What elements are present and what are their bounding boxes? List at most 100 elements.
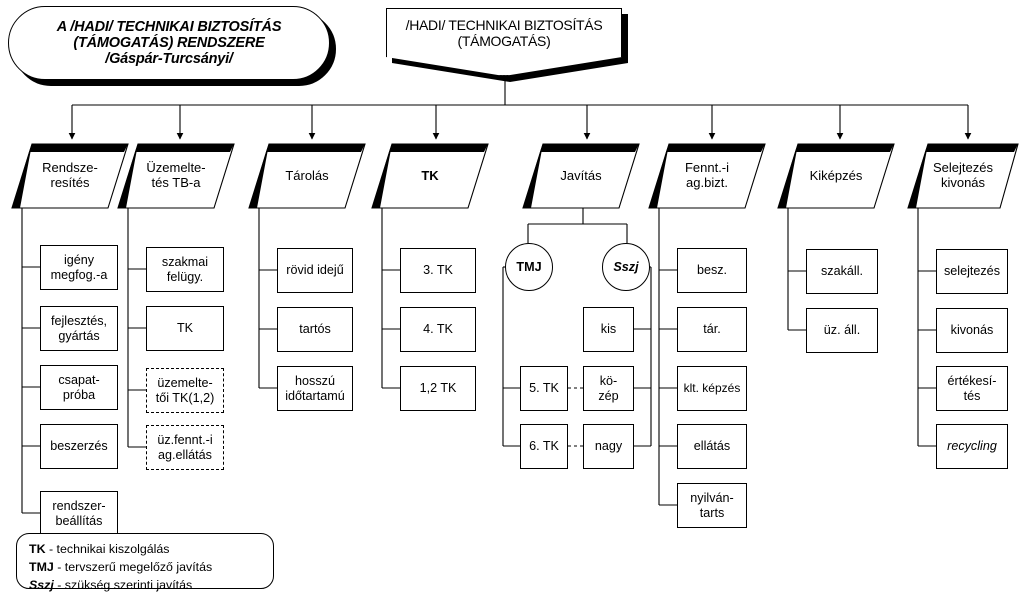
root-line-1: /HADI/ TECHNIKAI BIZTOSÍTÁS: [405, 17, 603, 33]
leaf-ertekesites[interactable]: értékesí- tés: [936, 366, 1008, 411]
leaf-3-tk[interactable]: 3. TK: [400, 248, 476, 293]
leaf-line1: selejtezés: [943, 264, 1000, 279]
leaf-line1: ellátás: [693, 439, 731, 454]
leaf-uzemeltetoi-allomany[interactable]: üz. áll.: [806, 308, 878, 353]
leaf-tartos[interactable]: tartós: [277, 307, 353, 352]
branch-fenntartas[interactable]: Fennt.-i ag.bizt.: [647, 142, 767, 210]
leaf-szakallomany[interactable]: szakáll.: [806, 249, 878, 294]
leaf-tarolas-rovidites[interactable]: tár.: [677, 307, 747, 352]
leaf-tk[interactable]: TK: [146, 306, 224, 351]
node-tmj[interactable]: TMJ: [505, 243, 553, 291]
leaf-line1: 4. TK: [423, 322, 453, 337]
leaf-line1: nyilván-: [690, 491, 734, 506]
leaf-line2: tői TK(1,2): [155, 390, 215, 405]
leaf-beszerzes-rovidites[interactable]: besz.: [677, 248, 747, 293]
legend-row-tk: TK - technikai kiszolgálás: [29, 540, 263, 558]
leaf-line1: szakáll.: [821, 264, 863, 279]
root-line-2: (TÁMOGATÁS): [457, 32, 551, 49]
node-sszj[interactable]: Sszj: [602, 243, 650, 291]
leaf-4-tk[interactable]: 4. TK: [400, 307, 476, 352]
leaf-line2: gyártás: [58, 328, 100, 343]
legend-row-sszj: Sszj - szükség szerinti javítás: [29, 576, 263, 594]
leaf-line1: 5. TK: [529, 381, 559, 396]
leaf-line2: felügy.: [166, 269, 204, 284]
leaf-line1: hosszú: [295, 374, 335, 389]
leaf-selejtezes[interactable]: selejtezés: [936, 249, 1008, 294]
branch-kikepzes[interactable]: Kiképzés: [776, 142, 896, 210]
legend-box: TK - technikai kiszolgálás TMJ - tervsze…: [16, 533, 274, 592]
legend-text: - tervszerű megelőző javítás: [53, 560, 213, 575]
leaf-line1: 6. TK: [529, 439, 559, 454]
leaf-line2: beállítás: [55, 513, 103, 528]
leaf-line1: tár.: [703, 322, 721, 337]
legend-abbr: Sszj: [29, 578, 54, 593]
leaf-line1: TK: [176, 321, 194, 336]
branch-uzemeltetes[interactable]: Üzemelte- tés TB-a: [116, 142, 236, 210]
node-sszj-label: Sszj: [613, 259, 639, 274]
title-author: /Gáspár-Turcsányi/: [105, 51, 233, 68]
branch-tk[interactable]: TK: [370, 142, 490, 210]
leaf-fejlesztes-gyartas[interactable]: fejlesztés, gyártás: [40, 306, 118, 351]
leaf-line1: üz.fennt.-i: [157, 433, 213, 448]
legend-abbr: TK: [29, 542, 46, 556]
leaf-rovid-ideju[interactable]: rövid idejű: [277, 248, 353, 293]
title-line-2: (TÁMOGATÁS) RENDSZERE: [73, 34, 265, 51]
diagram-title: A /HADI/ TECHNIKAI BIZTOSÍTÁS (TÁMOGATÁS…: [8, 6, 330, 80]
leaf-line1: besz.: [696, 263, 728, 278]
branch-selejtezes[interactable]: Selejtezés kivonás: [906, 142, 1020, 210]
leaf-szakmai-felugyelet[interactable]: szakmai felügy.: [146, 247, 224, 292]
leaf-line1: 1,2 TK: [419, 381, 457, 396]
leaf-line2: próba: [62, 387, 96, 402]
leaf-line1: tartós: [299, 322, 331, 337]
leaf-line1: klt. képzés: [683, 380, 741, 395]
leaf-kis[interactable]: kis: [583, 307, 634, 352]
leaf-igeny-megfogalmazasa[interactable]: igény megfog.-a: [40, 245, 118, 290]
leaf-klt-kepzes[interactable]: klt. képzés: [677, 366, 747, 411]
leaf-line1: csapat-: [58, 373, 100, 388]
leaf-line2: időtartamú: [285, 388, 345, 403]
leaf-line1: igény: [63, 253, 95, 268]
leaf-line1: recycling: [947, 439, 997, 454]
leaf-line1: kivonás: [950, 323, 994, 338]
leaf-line2: zép: [598, 388, 619, 403]
leaf-6-tk[interactable]: 6. TK: [520, 424, 568, 469]
leaf-line1: üz. áll.: [823, 323, 861, 338]
leaf-line1: fejlesztés,: [51, 314, 107, 329]
leaf-nagy[interactable]: nagy: [583, 424, 634, 469]
leaf-beszerzes[interactable]: beszerzés: [40, 424, 118, 469]
branch-tarolas[interactable]: Tárolás: [247, 142, 367, 210]
branch-rendszeresites[interactable]: Rendsze- resítés: [10, 142, 130, 210]
leaf-line1: üzemelte-: [157, 376, 213, 391]
leaf-kivonas[interactable]: kivonás: [936, 308, 1008, 353]
leaf-line2: ag.ellátás: [158, 447, 212, 462]
leaf-line1: szakmai: [161, 255, 209, 270]
leaf-line1: értékesí-: [947, 374, 997, 389]
title-line-1: A /HADI/ TECHNIKAI BIZTOSÍTÁS: [56, 18, 282, 35]
connector-lines: [21, 78, 972, 514]
leaf-ellatas[interactable]: ellátás: [677, 424, 747, 469]
legend-abbr: TMJ: [29, 560, 54, 575]
leaf-nyilvantartas[interactable]: nyilván- tarts: [677, 483, 747, 528]
legend-text: - technikai kiszolgálás: [45, 542, 170, 556]
leaf-line1: kö-: [599, 374, 618, 389]
leaf-line2: tarts: [699, 505, 725, 520]
leaf-line1: nagy: [594, 439, 623, 454]
leaf-line1: kis: [600, 322, 617, 337]
leaf-csapatproba[interactable]: csapat- próba: [40, 365, 118, 410]
leaf-recycling[interactable]: recycling: [936, 424, 1008, 469]
node-tmj-label: TMJ: [516, 259, 542, 274]
leaf-kozep[interactable]: kö- zép: [583, 366, 634, 411]
leaf-line1: beszerzés: [50, 439, 108, 454]
branch-javitas[interactable]: Javítás: [521, 142, 641, 210]
leaf-line2: megfog.-a: [50, 267, 108, 282]
leaf-hosszu-idotartamu[interactable]: hosszú időtartamú: [277, 366, 353, 411]
leaf-1-2-tk[interactable]: 1,2 TK: [400, 366, 476, 411]
leaf-line1: rövid idejű: [286, 263, 344, 278]
leaf-uzemeltetoi-tk[interactable]: üzemelte- tői TK(1,2): [146, 368, 224, 413]
leaf-5-tk[interactable]: 5. TK: [520, 366, 568, 411]
legend-row-tmj: TMJ - tervszerű megelőző javítás: [29, 558, 263, 576]
leaf-rendszerbeallitas[interactable]: rendszer- beállítás: [40, 491, 118, 536]
leaf-line2: tés: [963, 388, 981, 403]
leaf-uz-fenntartasi-ag-ellatas[interactable]: üz.fennt.-i ag.ellátás: [146, 425, 224, 470]
legend-text: - szükség szerinti javítás: [53, 578, 193, 593]
